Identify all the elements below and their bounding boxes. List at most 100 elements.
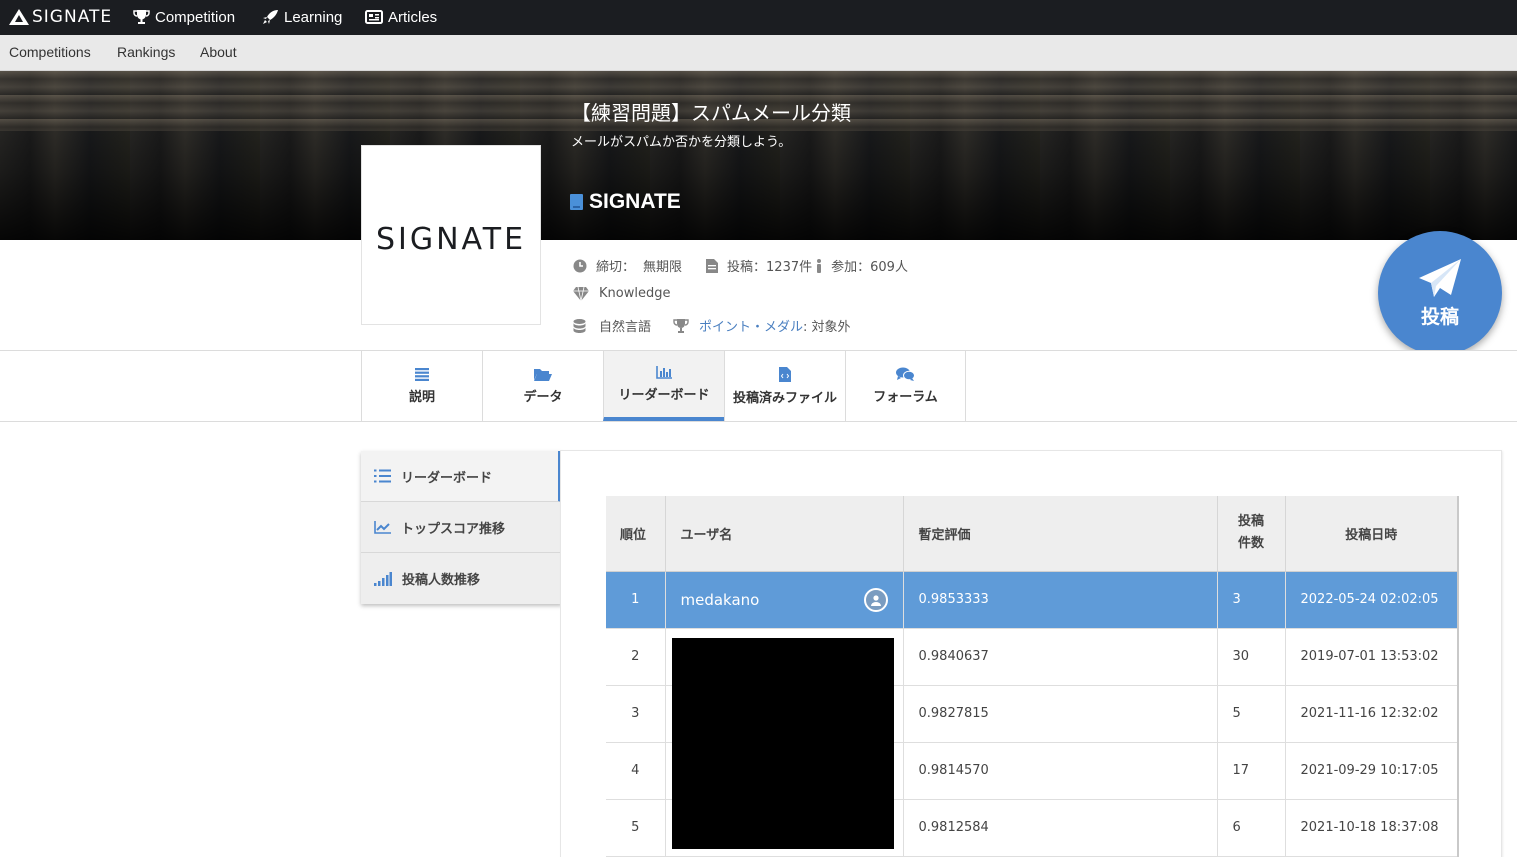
building-icon — [570, 194, 583, 210]
header-count-line1: 投稿 — [1237, 514, 1264, 530]
tab-submitted-files[interactable]: 投稿済みファイル — [724, 351, 845, 421]
organizer[interactable]: SIGNATE — [570, 190, 681, 214]
clock-icon — [573, 259, 587, 273]
header-rank[interactable]: 順位 — [606, 496, 666, 572]
submit-button[interactable]: 投稿 — [1378, 231, 1502, 355]
cell-count: 3 — [1217, 571, 1286, 629]
organizer-name: SIGNATE — [589, 190, 681, 213]
submit-button-label: 投稿 — [1420, 305, 1459, 328]
competition-logo-text: SIGNATE — [375, 221, 527, 257]
meta-row-3: 自然言語 ポイント・メダル : 対象外 — [573, 316, 851, 335]
cell-rank: 5 — [606, 799, 666, 857]
subnav-rankings[interactable]: Rankings — [117, 44, 175, 60]
comments-icon — [896, 367, 915, 381]
nav-competition-label: Competition — [155, 8, 236, 26]
tab-forum-label: フォーラム — [873, 390, 938, 405]
participant-count: 参加：609人 — [831, 260, 908, 275]
cell-rank: 4 — [606, 742, 666, 800]
bar-chart-icon — [656, 365, 672, 379]
diamond-icon — [573, 286, 589, 301]
user-avatar-icon[interactable] — [863, 587, 888, 612]
side-item-leaderboard[interactable]: リーダーボード — [361, 451, 562, 502]
leaderboard-side-menu: リーダーボード トップスコア推移 投稿人数推移 — [361, 451, 562, 604]
database-icon — [573, 318, 586, 333]
tab-submitted-files-label: 投稿済みファイル — [732, 390, 837, 406]
line-chart-icon — [374, 520, 391, 534]
side-item-submitter-trend[interactable]: 投稿人数推移 — [361, 553, 562, 604]
cell-score: 0.9853333 — [903, 571, 1218, 629]
file-icon — [706, 258, 719, 273]
header-score[interactable]: 暫定評価 — [903, 496, 1218, 572]
cell-score: 0.9812584 — [903, 799, 1218, 857]
cell-rank: 3 — [606, 685, 666, 743]
header-count-line2: 件数 — [1237, 536, 1264, 552]
cell-date: 2019-07-01 13:53:02 — [1285, 628, 1459, 686]
signal-icon — [374, 571, 392, 586]
cell-date: 2021-09-29 10:17:05 — [1285, 742, 1459, 800]
cell-score: 0.9814570 — [903, 742, 1218, 800]
competition-title: 【練習問題】スパムメール分類 — [571, 101, 851, 125]
cell-user: medakano — [665, 571, 904, 629]
list-icon — [415, 367, 429, 381]
paper-plane-icon — [1419, 258, 1461, 297]
top-navbar: SIGNATE Competition Learning Articles — [0, 0, 1517, 35]
cell-rank: 1 — [606, 571, 666, 629]
cell-count: 6 — [1217, 799, 1286, 857]
cell-user-name[interactable]: medakano — [681, 591, 760, 609]
table-header-row: 順位 ユーザ名 暫定評価 投稿 件数 投稿日時 — [606, 496, 1459, 572]
side-item-submitter-trend-label: 投稿人数推移 — [402, 573, 481, 588]
trophy-small-icon — [673, 318, 689, 333]
tab-description[interactable]: 説明 — [361, 351, 482, 421]
deadline-label: 締切： — [596, 260, 636, 275]
competition-logo: SIGNATE — [361, 145, 541, 325]
points-medal-status: : 対象外 — [803, 320, 851, 335]
signate-logo[interactable]: SIGNATE — [9, 6, 112, 28]
cell-count: 17 — [1217, 742, 1286, 800]
newspaper-icon — [365, 10, 383, 24]
tab-data-label: データ — [523, 389, 563, 405]
cell-rank: 2 — [606, 628, 666, 686]
header-date[interactable]: 投稿日時 — [1285, 496, 1459, 572]
cell-score: 0.9827815 — [903, 685, 1218, 743]
cell-count: 5 — [1217, 685, 1286, 743]
subnav-about[interactable]: About — [200, 44, 237, 60]
nav-competition[interactable]: Competition — [133, 4, 235, 30]
rocket-icon — [263, 10, 278, 24]
meta-row-2: Knowledge — [573, 286, 670, 301]
side-item-leaderboard-label: リーダーボード — [401, 470, 493, 486]
cell-date: 2022-05-24 02:02:05 — [1285, 571, 1459, 629]
competition-subtitle: メールがスパムか否かを分類しよう。 — [571, 135, 792, 150]
cell-date: 2021-11-16 12:32:02 — [1285, 685, 1459, 743]
submission-count: 投稿：1237件 — [727, 260, 813, 275]
tab-data[interactable]: データ — [482, 351, 603, 421]
trophy-icon — [133, 10, 150, 24]
cell-count: 30 — [1217, 628, 1286, 686]
folder-open-icon — [534, 368, 552, 381]
nav-articles[interactable]: Articles — [365, 4, 437, 30]
competition-category: 自然言語 — [599, 320, 652, 335]
header-count[interactable]: 投稿 件数 — [1217, 496, 1286, 572]
person-icon — [816, 258, 822, 273]
deadline-value: 無期限 — [643, 260, 683, 275]
subnav-competitions[interactable]: Competitions — [9, 44, 91, 60]
table-row[interactable]: 1 medakano 0.9853333 3 2022-05-24 02:02:… — [606, 571, 1459, 629]
nav-learning[interactable]: Learning — [262, 4, 342, 30]
nav-learning-label: Learning — [284, 8, 343, 26]
file-code-icon — [779, 366, 791, 382]
cell-score: 0.9840637 — [903, 628, 1218, 686]
logo-text: SIGNATE — [32, 7, 113, 27]
tab-leaderboard[interactable]: リーダーボード — [603, 351, 724, 421]
tab-leaderboard-label: リーダーボード — [618, 387, 710, 403]
redacted-usernames — [672, 638, 894, 849]
competition-type: Knowledge — [599, 286, 671, 301]
header-user[interactable]: ユーザ名 — [665, 496, 904, 572]
points-medal-link[interactable]: ポイント・メダル — [699, 316, 803, 335]
sub-navbar: Competitions Rankings About — [0, 35, 1517, 71]
tab-description-label: 説明 — [408, 389, 435, 405]
cell-date: 2021-10-18 18:37:08 — [1285, 799, 1459, 857]
signate-logo-icon — [9, 9, 29, 25]
side-item-top-score-trend-label: トップスコア推移 — [401, 521, 506, 537]
side-item-top-score-trend[interactable]: トップスコア推移 — [361, 502, 562, 553]
list-ol-icon — [374, 469, 391, 483]
tab-forum[interactable]: フォーラム — [845, 351, 966, 421]
